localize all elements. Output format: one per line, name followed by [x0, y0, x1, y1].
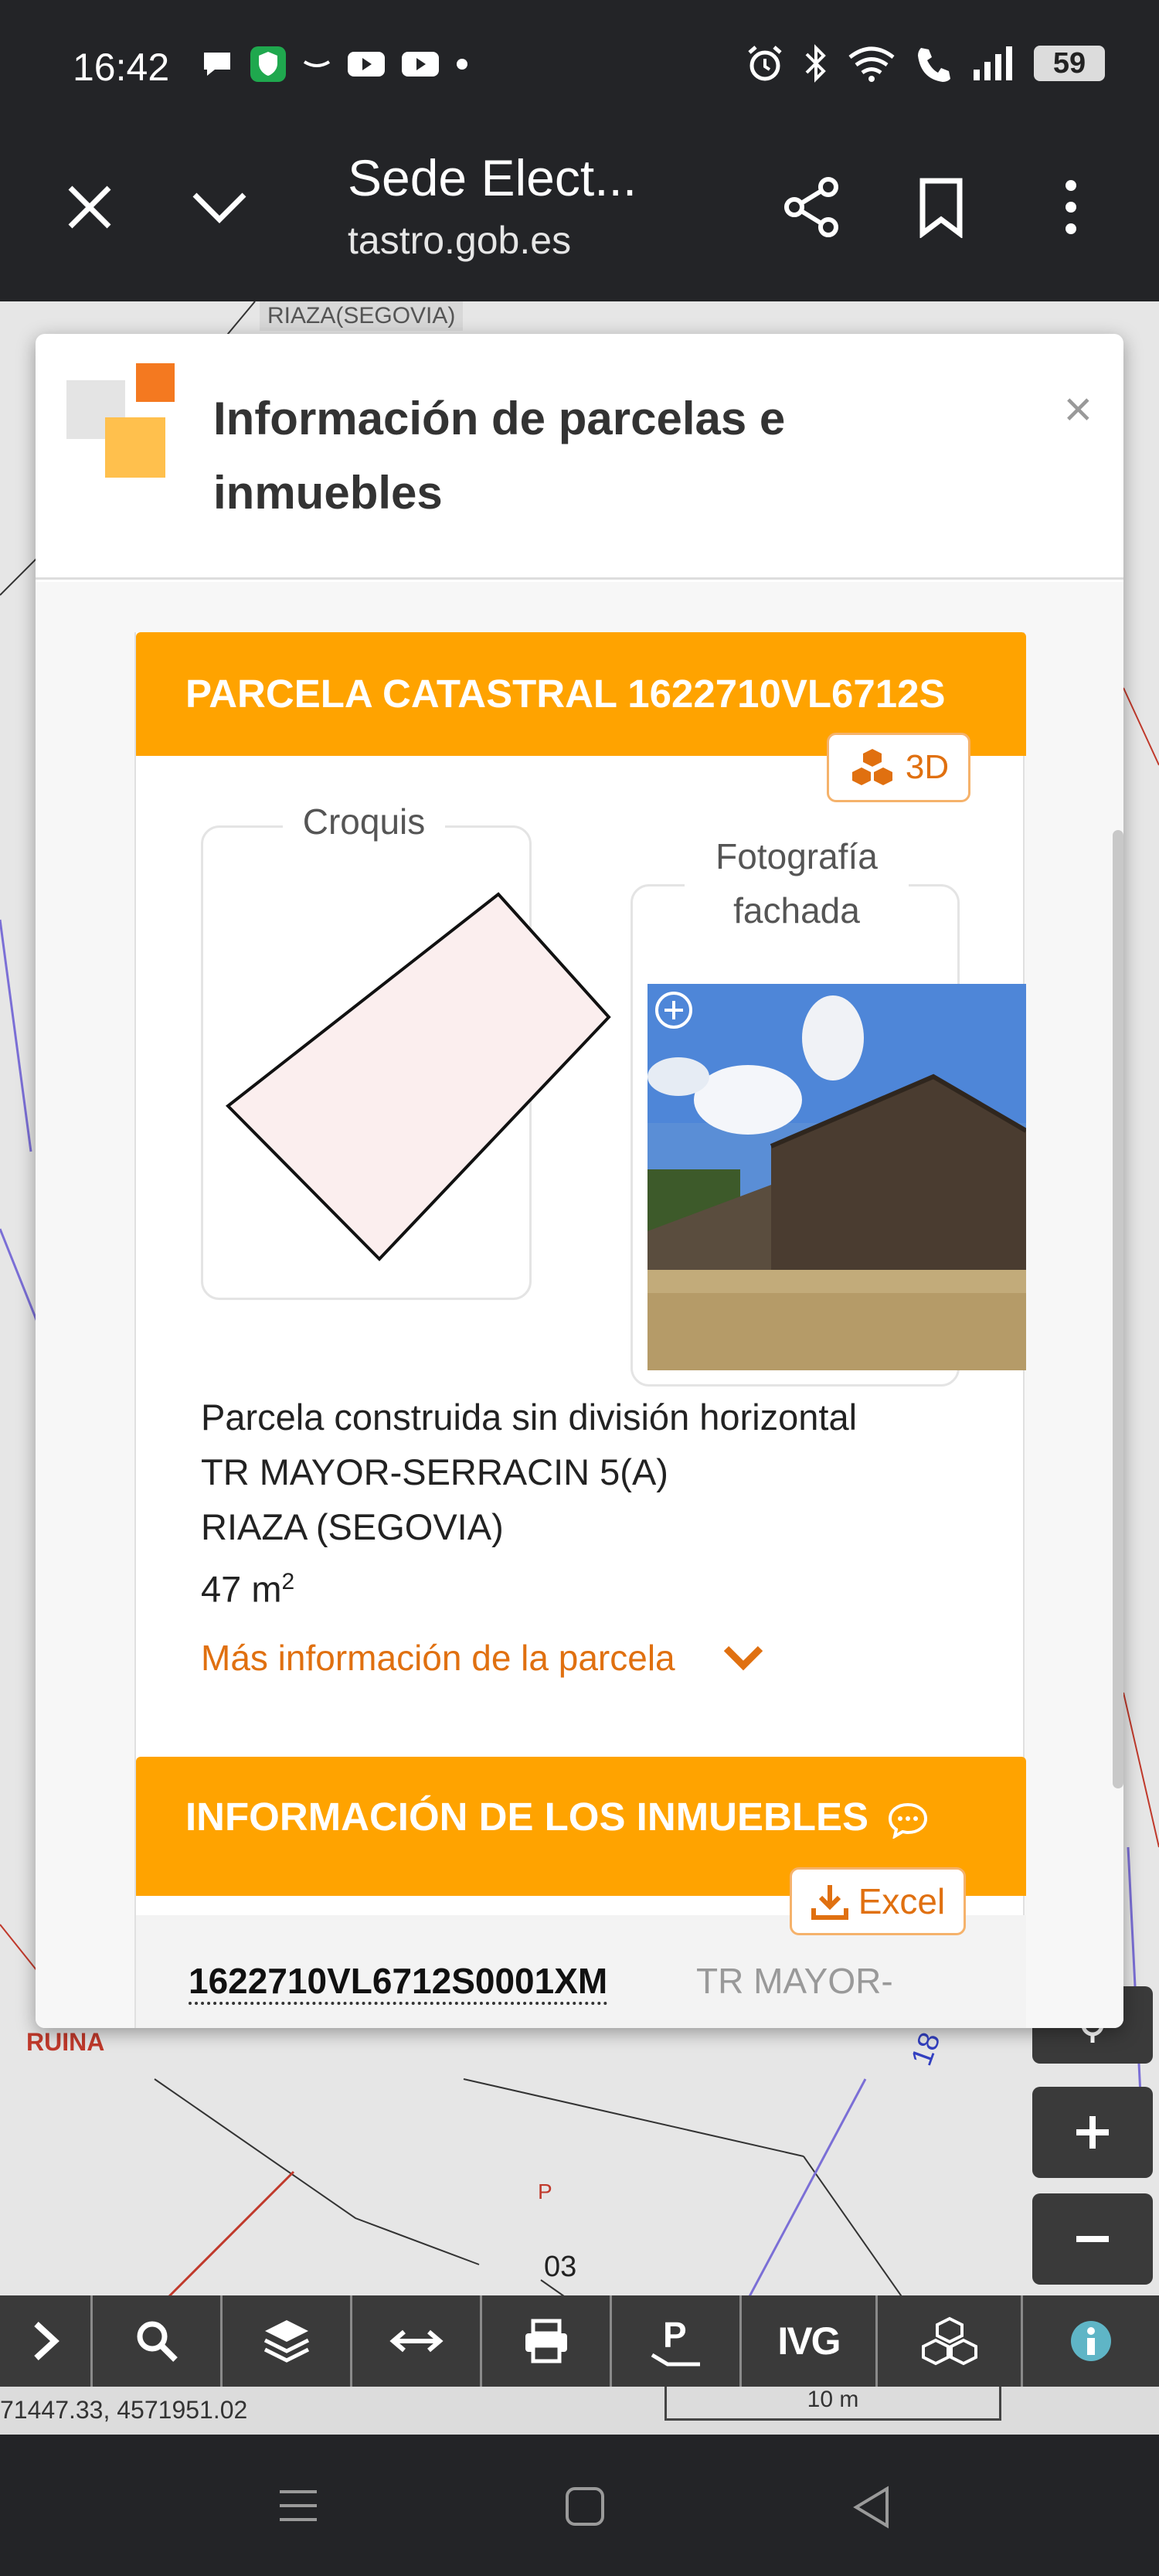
- excel-button-label: Excel: [858, 1881, 946, 1921]
- plus-icon: [1076, 2116, 1109, 2149]
- recent-apps-icon[interactable]: [275, 2486, 321, 2526]
- status-time: 16:42: [73, 46, 170, 89]
- chevron-right-icon: [33, 2322, 59, 2360]
- chat-icon: [204, 53, 230, 76]
- facade-photo[interactable]: [647, 984, 1026, 1370]
- coordinates-readout: 71447.33, 4571951.02: [0, 2396, 248, 2424]
- modal-title: Información de parcelas e inmuebles: [213, 393, 786, 519]
- croquis-frame[interactable]: [201, 825, 611, 1300]
- info-icon: [1071, 2321, 1111, 2361]
- zoom-in-button[interactable]: [1032, 2087, 1153, 2178]
- search-button[interactable]: [93, 2295, 223, 2387]
- map-ruina-label: RUINA: [26, 2028, 105, 2056]
- system-icons: 59: [745, 43, 1105, 83]
- download-icon: [811, 1885, 848, 1920]
- ivg-icon: IVG: [777, 2319, 841, 2363]
- cubes-icon: [921, 2316, 977, 2366]
- page-url[interactable]: tastro.gob.es: [348, 218, 571, 263]
- youtube-icon: [402, 52, 439, 77]
- croquis-label: Croquis: [283, 795, 445, 849]
- wifi-icon: [848, 46, 895, 82]
- parking-button[interactable]: P: [612, 2295, 742, 2387]
- layers-button[interactable]: [223, 2295, 352, 2387]
- svg-text:P: P: [663, 2315, 687, 2355]
- ivg-button[interactable]: IVG: [742, 2295, 878, 2387]
- inmuebles-title: INFORMACIÓN DE LOS INMUEBLES: [185, 1795, 869, 1839]
- parcel-municipality: RIAZA (SEGOVIA): [201, 1506, 504, 1547]
- parcel-area-unit-sup: 2: [281, 1569, 295, 1594]
- bluetooth-icon: [805, 44, 826, 83]
- android-nav-bar: [0, 2435, 1159, 2576]
- parcel-sketch: [225, 892, 611, 1261]
- signal-icon: [974, 46, 1012, 80]
- expand-button[interactable]: [0, 2295, 93, 2387]
- chevron-down-icon: [723, 1645, 763, 1671]
- inmueble-address: TR MAYOR-: [696, 1961, 893, 2001]
- bookmark-icon[interactable]: [895, 161, 987, 254]
- battery-indicator: 59: [1034, 46, 1105, 81]
- map-toolbar: P IVG: [0, 2295, 1159, 2387]
- call-icon: [918, 48, 950, 82]
- parcel-details: Parcela construida sin división horizont…: [201, 1390, 964, 1617]
- modal-close-button[interactable]: ×: [1064, 380, 1093, 437]
- modal-scrollbar[interactable]: [1113, 830, 1123, 1788]
- scale-label: 10 m: [807, 2387, 859, 2412]
- home-icon[interactable]: [563, 2484, 609, 2530]
- dot-icon: [457, 59, 467, 70]
- chevron-down-icon[interactable]: [173, 161, 266, 254]
- photo-label-line1: Fotografía: [715, 836, 878, 876]
- layers-icon: [263, 2320, 309, 2363]
- parcel-type: Parcela construida sin división horizont…: [201, 1397, 858, 1438]
- print-button[interactable]: [482, 2295, 612, 2387]
- modal-body[interactable]: PARCELA CATASTRAL 1622710VL6712S 3D Croq…: [36, 582, 1123, 2028]
- map-location-label: RIAZA(SEGOVIA): [260, 301, 464, 331]
- back-icon[interactable]: [848, 2484, 895, 2530]
- more-info-label: Más información de la parcela: [201, 1638, 675, 1678]
- close-icon[interactable]: [43, 161, 136, 254]
- shield-icon: [250, 46, 286, 82]
- modal-header: Información de parcelas e inmuebles ×: [36, 334, 1123, 580]
- comment-icon: [889, 1802, 928, 1839]
- share-icon[interactable]: [765, 161, 858, 254]
- zoom-out-button[interactable]: [1032, 2193, 1153, 2285]
- parcel-card: PARCELA CATASTRAL 1622710VL6712S 3D Croq…: [134, 632, 1026, 2028]
- notification-icons: [199, 45, 470, 83]
- catastro-logo-icon: [66, 363, 175, 478]
- search-icon: [137, 2321, 178, 2362]
- page-title: Sede Elect...: [348, 149, 637, 206]
- 3d-view-button[interactable]: [878, 2295, 1023, 2387]
- cubes-icon: [851, 749, 892, 785]
- status-bar: 16:42 59: [0, 0, 1159, 131]
- parcel-area-value: 47 m: [201, 1568, 282, 1610]
- parking-icon: P: [651, 2315, 700, 2367]
- wave-icon: [303, 60, 331, 67]
- map-number-03: 03: [544, 2251, 577, 2283]
- photo-label-line2: fachada: [733, 890, 860, 931]
- more-info-link[interactable]: Más información de la parcela: [201, 1637, 765, 1679]
- measure-icon: [389, 2329, 444, 2353]
- excel-download-button[interactable]: Excel: [790, 1867, 966, 1935]
- more-vert-icon[interactable]: [1025, 161, 1117, 254]
- parcel-area: 47 m2: [201, 1554, 964, 1617]
- scale-bar: 10 m: [664, 2387, 1001, 2421]
- youtube-icon: [348, 52, 385, 77]
- coordinates-bar: 71447.33, 4571951.02 10 m: [0, 2387, 1159, 2435]
- 3d-button[interactable]: 3D: [827, 733, 970, 802]
- print-icon: [525, 2319, 567, 2363]
- photo-label: Fotografía fachada: [685, 829, 909, 938]
- measure-button[interactable]: [352, 2295, 482, 2387]
- 3d-button-label: 3D: [905, 748, 950, 786]
- info-button[interactable]: [1023, 2295, 1159, 2387]
- map-p-label: P: [538, 2180, 552, 2203]
- parcel-info-modal: Información de parcelas e inmuebles × PA…: [36, 334, 1123, 2028]
- parcel-address: TR MAYOR-SERRACIN 5(A): [201, 1451, 668, 1492]
- inmueble-reference[interactable]: 1622710VL6712S0001XM: [189, 1960, 608, 2005]
- browser-toolbar: Sede Elect... tastro.gob.es: [0, 131, 1159, 301]
- minus-icon: [1076, 2236, 1109, 2242]
- alarm-icon: [748, 46, 782, 81]
